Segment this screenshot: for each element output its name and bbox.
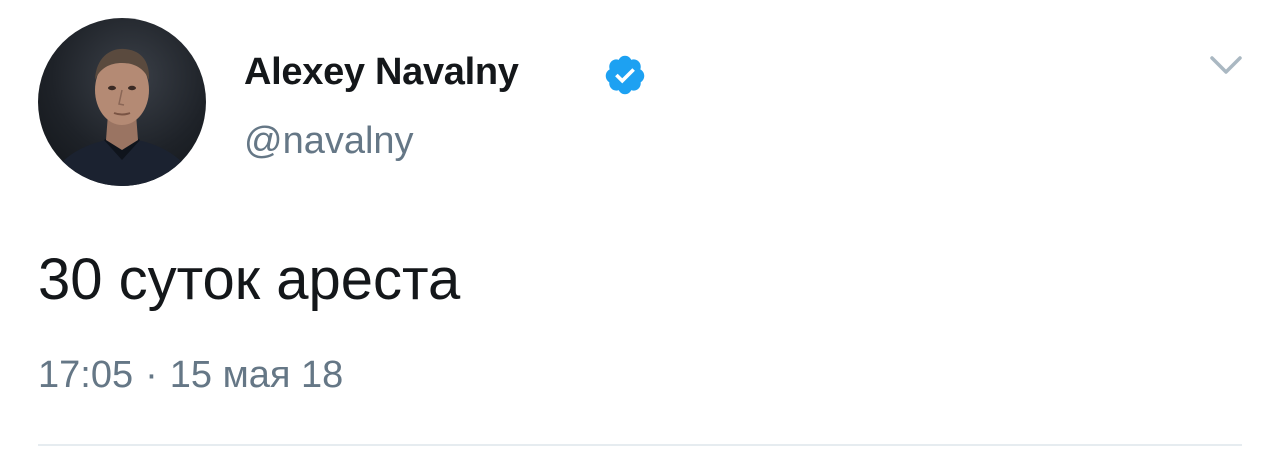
tweet-time: 17:05 [38, 354, 134, 396]
divider [38, 444, 1242, 446]
tweet-date: 15 мая 18 [169, 354, 344, 396]
author-handle[interactable]: @navalny [244, 117, 414, 165]
timestamp-separator: · [145, 354, 158, 396]
verified-badge-icon [605, 55, 645, 95]
tweet-text: 30 суток ареста [38, 247, 461, 312]
avatar[interactable] [38, 18, 206, 186]
chevron-down-icon[interactable] [1204, 50, 1248, 80]
timestamp[interactable]: 17:05 · 15 мая 18 [38, 350, 343, 400]
avatar-portrait-icon [48, 48, 196, 186]
tweet-card: Alexey Navalny @navalny 30 суток ареста … [0, 0, 1280, 452]
author-name[interactable]: Alexey Navalny [244, 48, 519, 96]
